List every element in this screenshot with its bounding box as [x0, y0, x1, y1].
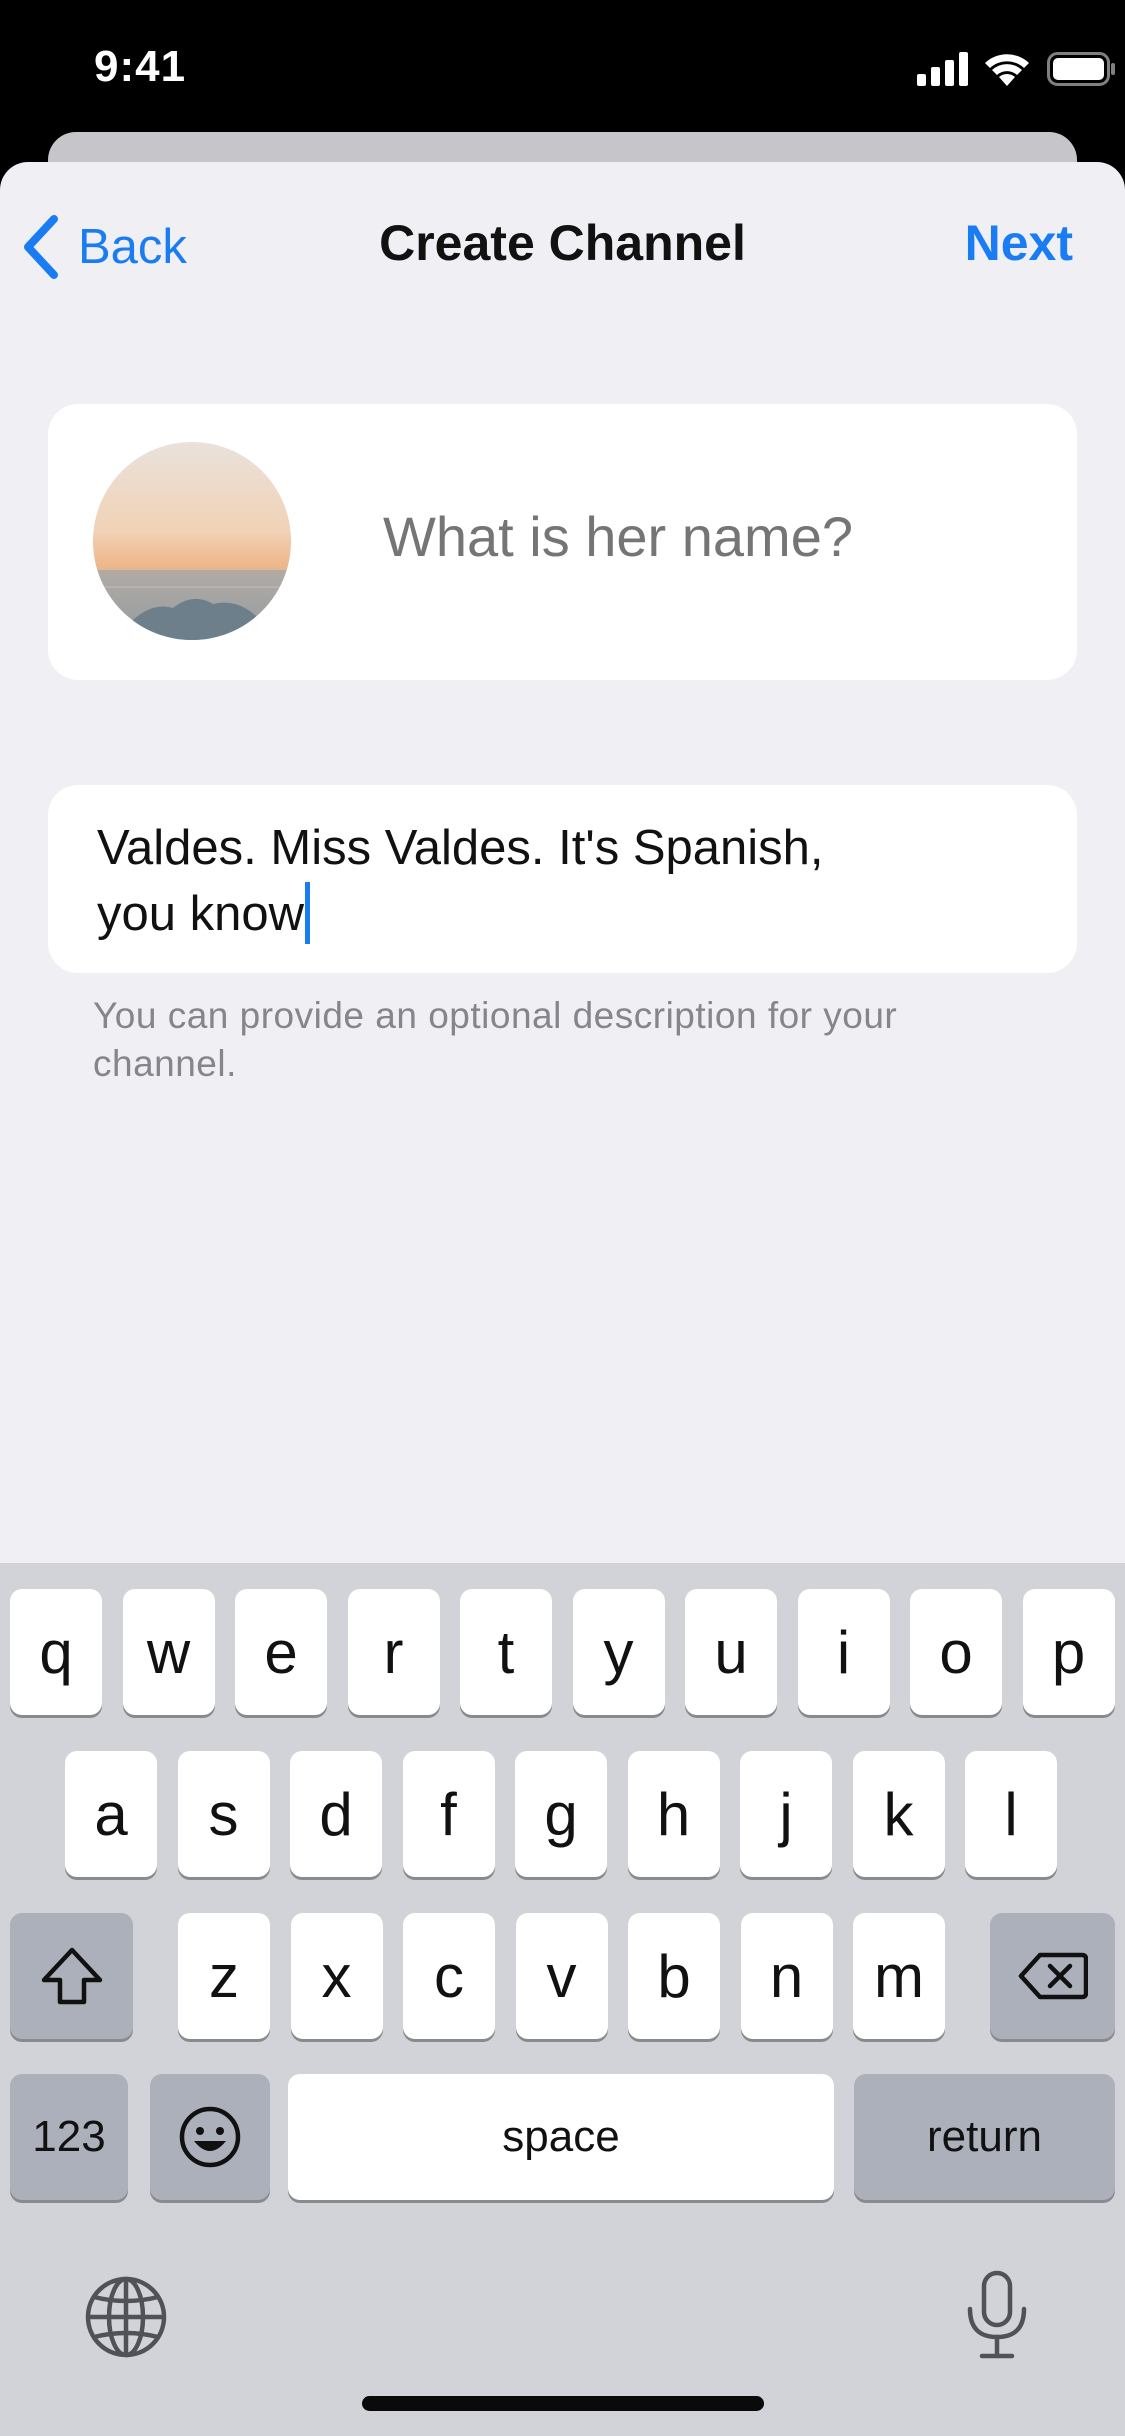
- key-b[interactable]: b: [628, 1913, 720, 2039]
- key-t[interactable]: t: [460, 1589, 552, 1715]
- next-button[interactable]: Next: [965, 214, 1073, 272]
- key-v[interactable]: v: [515, 1913, 608, 2039]
- return-key[interactable]: return: [854, 2074, 1115, 2200]
- key-q[interactable]: q: [10, 1589, 102, 1715]
- channel-name-card: [48, 404, 1077, 680]
- shift-key[interactable]: [10, 1913, 133, 2039]
- key-o[interactable]: o: [910, 1589, 1002, 1715]
- microphone-icon[interactable]: [962, 2269, 1032, 2366]
- emoji-icon: [179, 2106, 241, 2168]
- description-hint: You can provide an optional description …: [93, 995, 898, 1084]
- wifi-icon: [985, 54, 1029, 86]
- page-title: Create Channel: [379, 215, 746, 271]
- key-y[interactable]: y: [572, 1589, 665, 1715]
- space-key[interactable]: space: [288, 2074, 834, 2200]
- key-n[interactable]: n: [740, 1913, 833, 2039]
- delete-key[interactable]: [990, 1913, 1115, 2039]
- key-s[interactable]: s: [177, 1751, 270, 1877]
- key-a[interactable]: a: [65, 1751, 157, 1877]
- description-line-1: Valdes. Miss Valdes. It's Spanish,: [97, 821, 824, 875]
- globe-icon[interactable]: [84, 2275, 168, 2364]
- key-w[interactable]: w: [122, 1589, 215, 1715]
- key-e[interactable]: e: [235, 1589, 327, 1715]
- description-text[interactable]: Valdes. Miss Valdes. It's Spanish, you k…: [97, 815, 997, 947]
- key-h[interactable]: h: [627, 1751, 720, 1877]
- text-caret: [305, 882, 311, 944]
- key-z[interactable]: z: [178, 1913, 270, 2039]
- key-u[interactable]: u: [685, 1589, 777, 1715]
- key-g[interactable]: g: [515, 1751, 607, 1877]
- home-indicator: [362, 2396, 764, 2411]
- key-x[interactable]: x: [290, 1913, 383, 2039]
- emoji-key[interactable]: [150, 2074, 270, 2200]
- status-bar: 9:41: [0, 0, 1125, 135]
- numbers-key[interactable]: 123: [10, 2074, 128, 2200]
- backspace-icon: [1018, 1952, 1088, 2000]
- key-j[interactable]: j: [740, 1751, 832, 1877]
- key-r[interactable]: r: [347, 1589, 440, 1715]
- battery-icon: [1047, 52, 1115, 86]
- key-d[interactable]: d: [290, 1751, 382, 1877]
- channel-avatar[interactable]: [93, 442, 291, 640]
- key-i[interactable]: i: [797, 1589, 890, 1715]
- description-line-2: you know: [97, 887, 305, 941]
- channel-name-input[interactable]: [383, 504, 1033, 569]
- keyboard: qwertyuiop asdfghjkl zxcvbnm 123 space r…: [0, 1563, 1125, 2436]
- channel-description-field[interactable]: Valdes. Miss Valdes. It's Spanish, you k…: [48, 785, 1077, 973]
- key-c[interactable]: c: [403, 1913, 495, 2039]
- signal-icon: [917, 52, 968, 86]
- key-f[interactable]: f: [402, 1751, 495, 1877]
- key-k[interactable]: k: [852, 1751, 945, 1877]
- status-time: 9:41: [94, 42, 187, 91]
- shift-icon: [41, 1947, 102, 2005]
- key-m[interactable]: m: [853, 1913, 945, 2039]
- key-p[interactable]: p: [1022, 1589, 1115, 1715]
- key-l[interactable]: l: [965, 1751, 1057, 1877]
